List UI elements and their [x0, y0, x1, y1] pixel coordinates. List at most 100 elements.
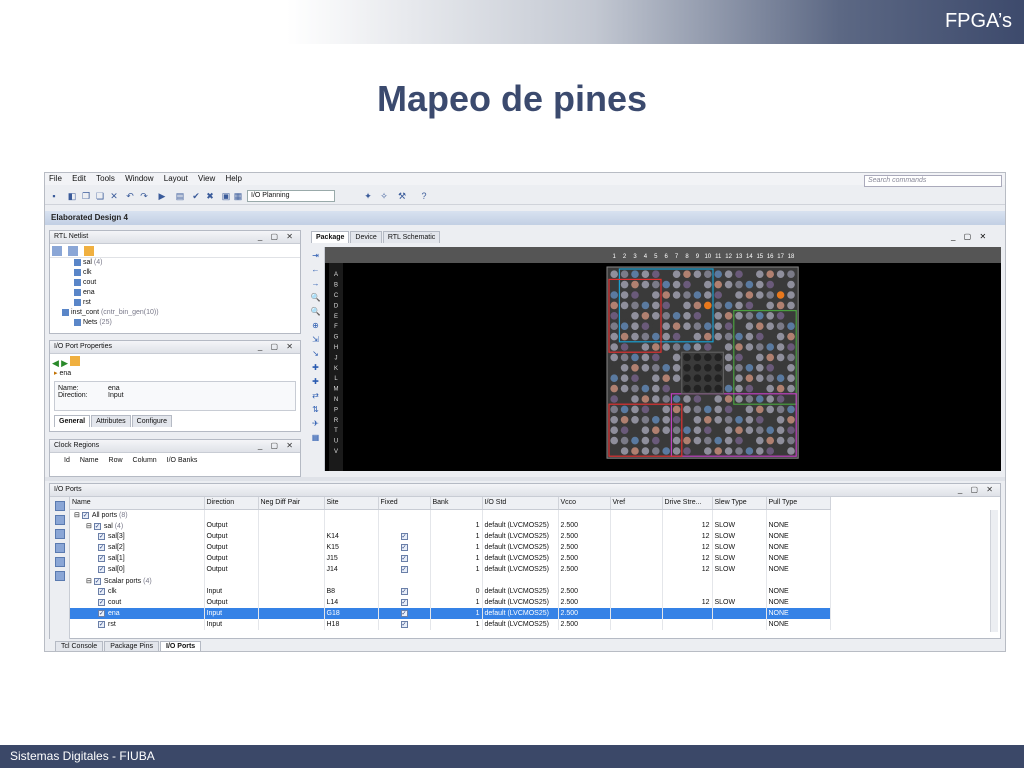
tab-package-pins[interactable]: Package Pins	[104, 641, 159, 651]
paste-icon[interactable]: ❏	[95, 191, 105, 201]
io-col-header[interactable]: Vref	[610, 497, 663, 510]
io-col-header[interactable]: Site	[324, 497, 379, 510]
undo-icon[interactable]: ↶	[125, 191, 135, 201]
col-column[interactable]: Column	[133, 457, 157, 464]
col-io-banks[interactable]: I/O Banks	[167, 457, 198, 464]
table-row[interactable]: ✓ sal[0] Output J14 ✓ 1 default (LVCMOS25) 2.50…	[70, 564, 831, 575]
netlist-item[interactable]: cout	[60, 278, 300, 288]
table-row[interactable]: ✓ sal[3] Output K14 ✓ 1 default (LVCMOS25) 2.50…	[70, 531, 831, 542]
panel-controls[interactable]: _ ▢ ✕	[958, 485, 996, 494]
table-row[interactable]: ⊟ ✓ sal (4) Output 1 default (LVCMOS25) 2.500…	[70, 520, 831, 531]
package-tool-icons[interactable]: ⇥ ← → 🔍 🔍 ⊕ ⇲ ↘ ✚ ✚ ⇄ ⇅ ✈ ▦	[307, 247, 324, 445]
help-icon[interactable]: ?	[419, 191, 429, 201]
search-icon[interactable]	[55, 501, 65, 511]
io-col-header[interactable]: Pull Type	[766, 497, 831, 510]
netlist-item[interactable]: sal (4)	[60, 258, 300, 268]
menu-tools[interactable]: Tools	[96, 174, 115, 183]
menu-help[interactable]: Help	[225, 174, 241, 183]
table-row[interactable]: ✓ rst Input H18 ✓ 1 default (LVCMOS25) 2.500 NON…	[70, 619, 831, 630]
fixed-checkbox[interactable]: ✓	[400, 533, 408, 540]
back-arrow-icon[interactable]: ◀	[52, 358, 59, 368]
fixed-checkbox[interactable]: ✓	[400, 599, 408, 606]
check-icon[interactable]: ✔	[191, 191, 201, 201]
table-row[interactable]: ⊟ ✓ All ports (8)	[70, 509, 831, 520]
io-col-header[interactable]: Fixed	[378, 497, 431, 510]
layout-icon[interactable]: ▣	[221, 191, 231, 201]
fixed-checkbox[interactable]: ✓	[400, 555, 408, 562]
table-row[interactable]: ✓ sal[1] Output J15 ✓ 1 default (LVCMOS25) 2.50…	[70, 553, 831, 564]
io-col-header[interactable]: Slew Type	[712, 497, 767, 510]
wand-icon[interactable]: ⚒	[397, 191, 407, 201]
sort-icon[interactable]	[55, 557, 65, 567]
io-col-header[interactable]: Neg Diff Pair	[258, 497, 325, 510]
fixed-checkbox[interactable]: ✓	[400, 610, 408, 617]
table-row[interactable]: ⊟ ✓ Scalar ports (4)	[70, 575, 831, 586]
netlist-item[interactable]: ena	[60, 288, 300, 298]
package-diagram[interactable]: 1 2 3 4 5 6 7 8 9 10 11 12 13 14 15 16 17 18ABCDEFGHJKLMN…	[325, 247, 1001, 471]
tab-io-ports[interactable]: I/O Ports	[160, 641, 202, 651]
center-panel-controls[interactable]: _ ▢ ✕	[951, 232, 989, 241]
io-col-header[interactable]: Bank	[430, 497, 483, 510]
netlist-item[interactable]: inst_cont (cntr_bin_gen(10))	[60, 308, 300, 318]
tab-general[interactable]: General	[54, 415, 91, 427]
table-row[interactable]: ✓ cout Output L14 ✓ 1 default (LVCMOS25) 2.500 1…	[70, 597, 831, 608]
menu-edit[interactable]: Edit	[72, 174, 86, 183]
expand-all-icon[interactable]	[68, 246, 79, 256]
io-col-header[interactable]: Direction	[204, 497, 259, 510]
menu-layout[interactable]: Layout	[164, 174, 188, 183]
panel-controls[interactable]: _ ▢ ✕	[258, 232, 296, 241]
collapse-all-icon[interactable]	[52, 246, 62, 256]
fixed-checkbox[interactable]: ✓	[400, 544, 408, 551]
menu-view[interactable]: View	[198, 174, 215, 183]
fixed-checkbox[interactable]: ✓	[400, 588, 408, 595]
netlist-item[interactable]: Nets (25)	[60, 318, 300, 328]
group-icon[interactable]	[55, 543, 65, 553]
tab-attributes[interactable]: Attributes	[91, 415, 131, 427]
expand-toggle-icon[interactable]: ⊟	[86, 523, 94, 530]
run-icon[interactable]: ▶	[157, 191, 167, 201]
search-commands-input[interactable]: Search commands	[864, 175, 1002, 187]
tools-icon[interactable]: ✖	[205, 191, 215, 201]
package-view[interactable]: 1 2 3 4 5 6 7 8 9 10 11 12 13 14 15 16 17 18 A B C D E F G H J K L M N…	[325, 247, 1001, 471]
table-row[interactable]: ✓ clk Input B8 ✓ 0 default (LVCMOS25) 2.500 NONE	[70, 586, 831, 597]
show-connectivity-icon[interactable]	[84, 246, 95, 256]
table-row[interactable]: ✓ sal[2] Output K15 ✓ 1 default (LVCMOS25) 2.50…	[70, 542, 831, 553]
layout-select[interactable]: I/O Planning	[247, 190, 335, 202]
tab-rtl-schematic[interactable]: RTL Schematic	[382, 231, 441, 243]
panel-controls[interactable]: _ ▢ ✕	[258, 342, 296, 351]
autoplace-icon[interactable]: ✧	[379, 191, 389, 201]
report-icon[interactable]: ▤	[175, 191, 185, 201]
menu-file[interactable]: File	[49, 174, 62, 183]
tab-device[interactable]: Device	[350, 231, 382, 243]
panel-controls[interactable]: _ ▢ ✕	[258, 441, 296, 450]
forward-arrow-icon[interactable]: ▶	[61, 358, 68, 368]
tab-tcl-console[interactable]: Tcl Console	[55, 641, 104, 651]
redo-icon[interactable]: ↷	[139, 191, 149, 201]
netlist-item[interactable]: clk	[60, 268, 300, 278]
io-col-header[interactable]: Vcco	[558, 497, 611, 510]
refresh-icon[interactable]	[70, 356, 81, 366]
delete-icon[interactable]: ✕	[109, 191, 119, 201]
io-col-header[interactable]: I/O Std	[482, 497, 559, 510]
save-icon[interactable]: ▪	[49, 191, 59, 201]
copy-icon[interactable]: ❐	[81, 191, 91, 201]
expand-toggle-icon[interactable]: ⊟	[86, 578, 94, 585]
open-icon[interactable]: ◧	[67, 191, 77, 201]
col-row[interactable]: Row	[109, 457, 123, 464]
col-name[interactable]: Name	[80, 457, 99, 464]
pin-icon[interactable]: ✦	[363, 191, 373, 201]
io-col-header[interactable]: Drive Stre...	[662, 497, 713, 510]
netlist-item[interactable]: rst	[60, 298, 300, 308]
col-id[interactable]: Id	[64, 457, 70, 464]
tab-configure[interactable]: Configure	[131, 415, 173, 427]
expand-toggle-icon[interactable]: ⊟	[74, 512, 82, 519]
menu-window[interactable]: Window	[125, 174, 153, 183]
io-col-header[interactable]: Name	[70, 497, 205, 510]
expand-all-icon[interactable]	[55, 529, 65, 539]
fixed-checkbox[interactable]: ✓	[400, 621, 408, 628]
splitter[interactable]	[45, 477, 1005, 481]
vertical-scrollbar[interactable]	[990, 510, 998, 632]
fixed-checkbox[interactable]: ✓	[400, 566, 408, 573]
collapse-all-icon[interactable]	[55, 515, 65, 525]
table-row[interactable]: ✓ ena Input G18 ✓ 1 default (LVCMOS25) 2.500 NON…	[70, 608, 831, 619]
